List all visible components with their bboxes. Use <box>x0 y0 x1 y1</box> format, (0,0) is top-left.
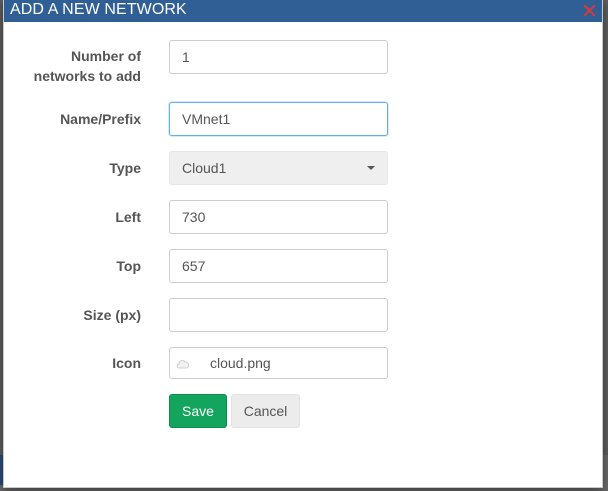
cancel-button[interactable]: Cancel <box>231 394 300 428</box>
left-value: 730 <box>182 209 206 225</box>
icon-file-select[interactable]: cloud.png <box>169 347 388 379</box>
type-selected-value: Cloud1 <box>182 160 227 176</box>
name-prefix-input[interactable]: VMnet1 <box>169 102 388 136</box>
close-icon[interactable] <box>582 4 596 18</box>
type-label: Type <box>109 160 141 176</box>
dialog-header: ADD A NEW NETWORK <box>4 0 602 22</box>
cloud-icon <box>176 356 190 370</box>
network-count-label-line1: Number of <box>71 48 141 64</box>
network-count-label: Number of networks to add <box>1 46 141 86</box>
top-input[interactable]: 657 <box>169 249 388 283</box>
top-value: 657 <box>182 258 206 274</box>
icon-file-name: cloud.png <box>210 355 271 371</box>
icon-label: Icon <box>112 355 141 371</box>
left-input[interactable]: 730 <box>169 200 388 234</box>
network-count-value: 1 <box>182 49 190 65</box>
dialog-title: ADD A NEW NETWORK <box>10 1 187 18</box>
network-count-input[interactable]: 1 <box>169 40 388 74</box>
top-label: Top <box>116 258 141 274</box>
chevron-down-icon <box>367 166 375 170</box>
size-input[interactable] <box>169 298 388 332</box>
add-network-dialog: ADD A NEW NETWORK Number of networks to … <box>3 0 603 488</box>
network-count-label-line2: networks to add <box>33 68 141 84</box>
left-label: Left <box>115 209 141 225</box>
size-label: Size (px) <box>83 307 141 323</box>
name-prefix-label: Name/Prefix <box>60 111 141 127</box>
type-select[interactable]: Cloud1 <box>169 151 388 185</box>
save-button[interactable]: Save <box>169 394 227 428</box>
name-prefix-value: VMnet1 <box>182 111 231 127</box>
